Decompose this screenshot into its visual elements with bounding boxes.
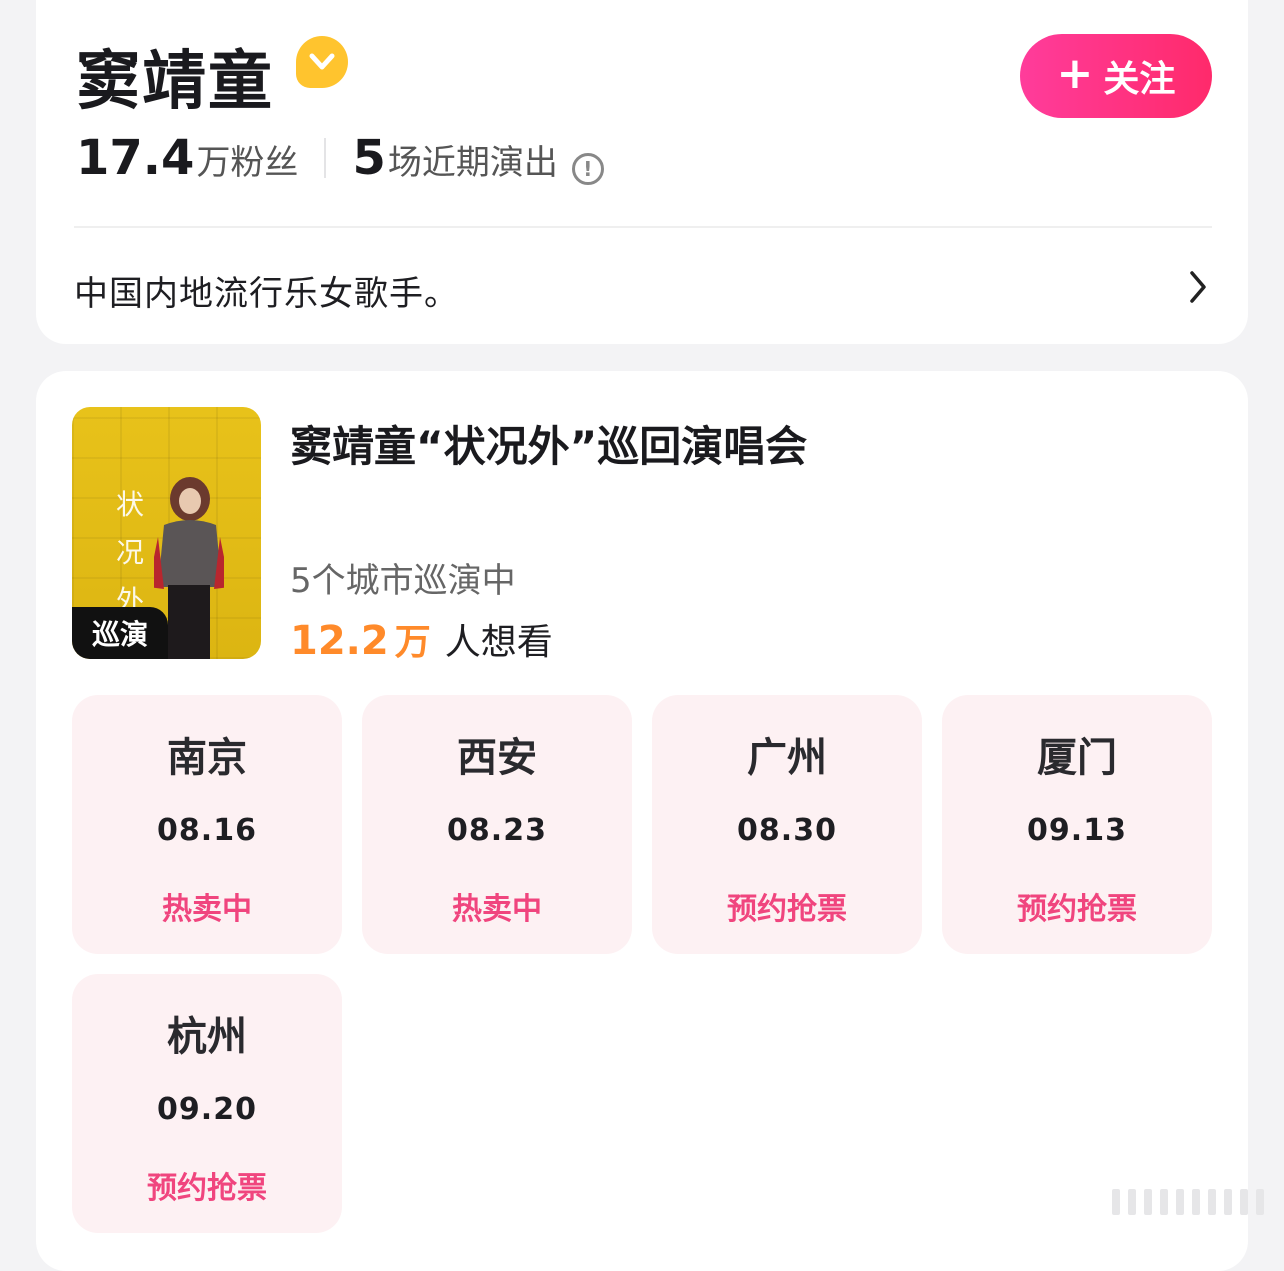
show-card-xiamen[interactable]: 厦门 09.13 预约抢票	[942, 695, 1212, 954]
plus-icon: +	[1057, 52, 1094, 96]
watermark-bars	[1112, 1189, 1264, 1215]
show-status: 预约抢票	[147, 1163, 267, 1207]
show-city: 南京	[167, 725, 247, 783]
tour-poster[interactable]: 状况外 巡演	[72, 407, 261, 659]
artist-bio[interactable]: 中国内地流行乐女歌手。	[74, 266, 459, 315]
stats-divider	[324, 138, 326, 178]
show-date: 09.13	[1027, 813, 1127, 848]
show-card-xian[interactable]: 西安 08.23 热卖中	[362, 695, 632, 954]
poster-badge: 巡演	[72, 607, 168, 659]
show-city: 广州	[747, 725, 827, 783]
show-card-nanjing[interactable]: 南京 08.16 热卖中	[72, 695, 342, 954]
show-date: 09.20	[157, 1092, 257, 1127]
show-status: 预约抢票	[727, 884, 847, 928]
follow-button[interactable]: + 关注	[1020, 34, 1212, 118]
artist-card: 窦靖童 + 关注 17.4 万粉丝 5 场近期演出 ! 中国内地流行乐女歌手。	[36, 0, 1248, 344]
show-date: 08.23	[447, 813, 547, 848]
show-date: 08.30	[737, 813, 837, 848]
show-status: 预约抢票	[1017, 884, 1137, 928]
upcoming-shows-unit: 场近期演出	[388, 135, 558, 184]
follow-label: 关注	[1103, 50, 1175, 102]
artist-name: 窦靖童	[76, 30, 274, 122]
show-date: 08.16	[157, 813, 257, 848]
tour-title[interactable]: 窦靖童“状况外”巡回演唱会	[290, 413, 807, 474]
want-to-see: 12.2 万 人想看	[290, 613, 553, 665]
upcoming-shows-count: 5	[352, 130, 385, 186]
want-label: 人想看	[445, 613, 553, 665]
show-city: 杭州	[167, 1004, 247, 1062]
show-card-hangzhou[interactable]: 杭州 09.20 预约抢票	[72, 974, 342, 1233]
want-unit: 万	[395, 613, 431, 665]
section-divider	[74, 226, 1212, 228]
chevron-right-icon[interactable]	[1188, 270, 1208, 308]
fans-unit: 万粉丝	[196, 135, 298, 184]
want-count: 12.2	[290, 618, 389, 664]
info-icon[interactable]: !	[572, 153, 604, 185]
tour-cities-text: 5个城市巡演中	[290, 553, 516, 602]
show-list: 南京 08.16 热卖中 西安 08.23 热卖中 广州 08.30 预约抢票 …	[72, 695, 1212, 1233]
fans-count: 17.4	[76, 130, 194, 186]
tour-card[interactable]: 状况外 巡演 窦靖童“状况外”巡回演唱会 5个城市巡演中 12.2 万 人想看 …	[36, 371, 1248, 1271]
show-city: 厦门	[1037, 725, 1117, 783]
artist-stats: 17.4 万粉丝 5 场近期演出 !	[76, 130, 604, 186]
show-card-guangzhou[interactable]: 广州 08.30 预约抢票	[652, 695, 922, 954]
show-status: 热卖中	[162, 884, 252, 928]
show-city: 西安	[457, 725, 537, 783]
show-status: 热卖中	[452, 884, 542, 928]
verified-icon	[296, 36, 348, 88]
poster-title: 状况外	[110, 481, 150, 625]
